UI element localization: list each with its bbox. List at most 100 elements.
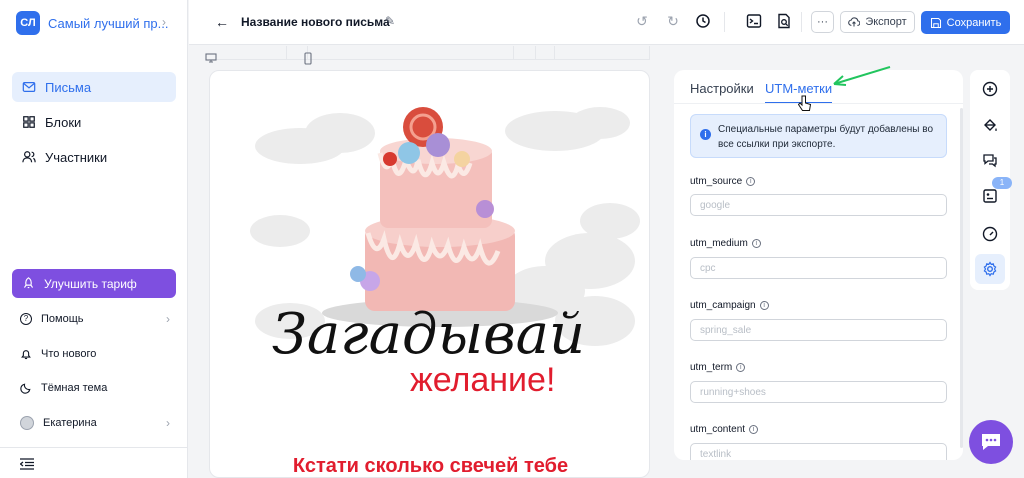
info-banner: i Специальные параметры будут добавлены … xyxy=(690,114,947,158)
chat-icon xyxy=(982,434,1000,450)
email-preview[interactable]: Загадывай желание! Кстати сколько свечей… xyxy=(209,70,650,478)
comments-button[interactable] xyxy=(975,145,1005,175)
preview-document-icon[interactable] xyxy=(775,12,793,30)
headline-accent-text: желание! xyxy=(410,361,555,399)
id-card-icon xyxy=(983,189,997,203)
mail-icon xyxy=(22,82,36,92)
utm-content-input[interactable] xyxy=(690,443,947,460)
moon-icon xyxy=(20,383,31,394)
sidebar-item-letters[interactable]: Письма xyxy=(12,72,176,102)
upgrade-plan-button[interactable]: Улучшить тариф xyxy=(12,269,176,298)
field-label-text: utm_source xyxy=(690,176,743,187)
settings-panel: Настройки UTM-метки i Специальные параме… xyxy=(674,70,963,460)
chat-bubbles-icon xyxy=(983,154,997,168)
whats-new-item[interactable]: Что нового xyxy=(12,340,176,368)
headline-script-text: Загадывай xyxy=(272,302,585,367)
more-options-button[interactable]: ··· xyxy=(811,11,834,33)
toolbar-divider xyxy=(801,12,802,32)
users-icon xyxy=(22,151,36,163)
performance-button[interactable] xyxy=(975,219,1005,249)
sidebar-item-label: Участники xyxy=(45,149,108,165)
cloud-upload-icon xyxy=(848,17,861,27)
top-bar: ← Название нового письма ✎ ↺ ↻ ··· Экспо… xyxy=(189,0,1024,45)
save-icon xyxy=(930,17,941,28)
gauge-icon xyxy=(982,226,998,242)
upgrade-label: Улучшить тариф xyxy=(44,276,137,291)
workspace-switcher[interactable]: СЛ Самый лучший пр... xyxy=(16,11,168,35)
sidebar-item-blocks[interactable]: Блоки xyxy=(12,107,176,137)
sidebar-item-label: Блоки xyxy=(45,114,82,130)
history-icon[interactable] xyxy=(694,12,712,30)
utm-medium-label: utm_medium i xyxy=(690,238,761,249)
cake-banner-image: Загадывай желание! xyxy=(250,107,640,399)
column-ruler xyxy=(209,46,650,60)
help-icon: ? xyxy=(20,313,32,325)
plus-circle-icon xyxy=(982,81,998,97)
info-hint-icon[interactable]: i xyxy=(746,177,756,186)
add-block-button[interactable] xyxy=(975,74,1005,104)
support-chat-button[interactable] xyxy=(969,420,1013,464)
dark-theme-label: Тёмная тема xyxy=(41,382,108,394)
info-text: Специальные параметры будут добавлены во… xyxy=(718,124,934,150)
preview-subheadline: Кстати сколько свечей тебе xyxy=(292,455,569,477)
field-label-text: utm_term xyxy=(690,362,733,373)
utm-medium-input[interactable] xyxy=(690,257,947,279)
utm-source-label: utm_source i xyxy=(690,176,756,187)
save-button[interactable]: Сохранить xyxy=(921,11,1010,34)
paint-bucket-icon xyxy=(984,119,997,131)
avatar xyxy=(20,416,34,430)
styles-button[interactable] xyxy=(975,110,1005,140)
help-label: Помощь xyxy=(41,313,84,325)
utm-term-label: utm_term i xyxy=(690,362,746,373)
utm-content-label: utm_content i xyxy=(690,424,759,435)
page-title[interactable]: Название нового письма xyxy=(241,15,390,29)
bell-icon xyxy=(21,350,31,360)
info-icon: i xyxy=(700,129,711,140)
workspace-name: Самый лучший пр... xyxy=(48,15,169,31)
panel-scrollbar[interactable] xyxy=(960,108,963,448)
save-label: Сохранить xyxy=(946,16,1002,29)
export-button[interactable]: Экспорт xyxy=(840,11,915,33)
utm-campaign-label: utm_campaign i xyxy=(690,300,769,311)
sidebar: СЛ Самый лучший пр... › Письма Блоки Уча… xyxy=(0,0,188,478)
chevron-right-icon: › xyxy=(166,312,170,326)
undo-icon[interactable]: ↺ xyxy=(633,12,651,30)
sidebar-item-participants[interactable]: Участники xyxy=(12,142,176,172)
sidebar-item-label: Письма xyxy=(45,79,92,95)
whats-new-label: Что нового xyxy=(41,348,97,360)
help-menu-item[interactable]: ? Помощь › xyxy=(12,305,176,333)
utm-term-input[interactable] xyxy=(690,381,947,403)
cursor-hand-icon xyxy=(798,95,812,111)
info-hint-icon[interactable]: i xyxy=(749,425,759,434)
edit-pencil-icon[interactable]: ✎ xyxy=(385,14,395,28)
dark-theme-toggle[interactable]: Тёмная тема xyxy=(12,374,176,402)
workspace-badge: СЛ xyxy=(16,11,40,35)
utm-source-input[interactable] xyxy=(690,194,947,216)
redo-icon[interactable]: ↻ xyxy=(664,12,682,30)
info-hint-icon[interactable]: i xyxy=(759,301,769,310)
gear-icon xyxy=(983,261,997,277)
chevron-right-icon[interactable]: › xyxy=(162,15,166,29)
field-label-text: utm_campaign xyxy=(690,300,756,311)
annotation-arrow-icon xyxy=(833,66,891,86)
settings-button[interactable] xyxy=(975,254,1005,284)
tab-settings[interactable]: Настройки xyxy=(690,81,754,102)
collapse-sidebar-icon[interactable] xyxy=(20,458,34,470)
mobile-icon[interactable] xyxy=(303,52,313,69)
user-menu[interactable]: Екатерина › xyxy=(12,409,176,437)
desktop-icon[interactable] xyxy=(205,53,217,66)
field-label-text: utm_medium xyxy=(690,238,748,249)
code-view-icon[interactable] xyxy=(745,12,763,30)
rocket-icon xyxy=(23,277,34,289)
sidebar-footer xyxy=(0,447,188,478)
blocks-icon xyxy=(23,116,35,128)
info-hint-icon[interactable]: i xyxy=(736,363,746,372)
info-hint-icon[interactable]: i xyxy=(751,239,761,248)
notification-badge: 1 xyxy=(992,177,1012,189)
utm-campaign-input[interactable] xyxy=(690,319,947,341)
chevron-right-icon: › xyxy=(166,416,170,430)
back-arrow-icon[interactable]: ← xyxy=(215,14,229,30)
tabs-divider xyxy=(674,103,963,104)
toolbar-divider xyxy=(724,12,725,32)
field-label-text: utm_content xyxy=(690,424,746,435)
